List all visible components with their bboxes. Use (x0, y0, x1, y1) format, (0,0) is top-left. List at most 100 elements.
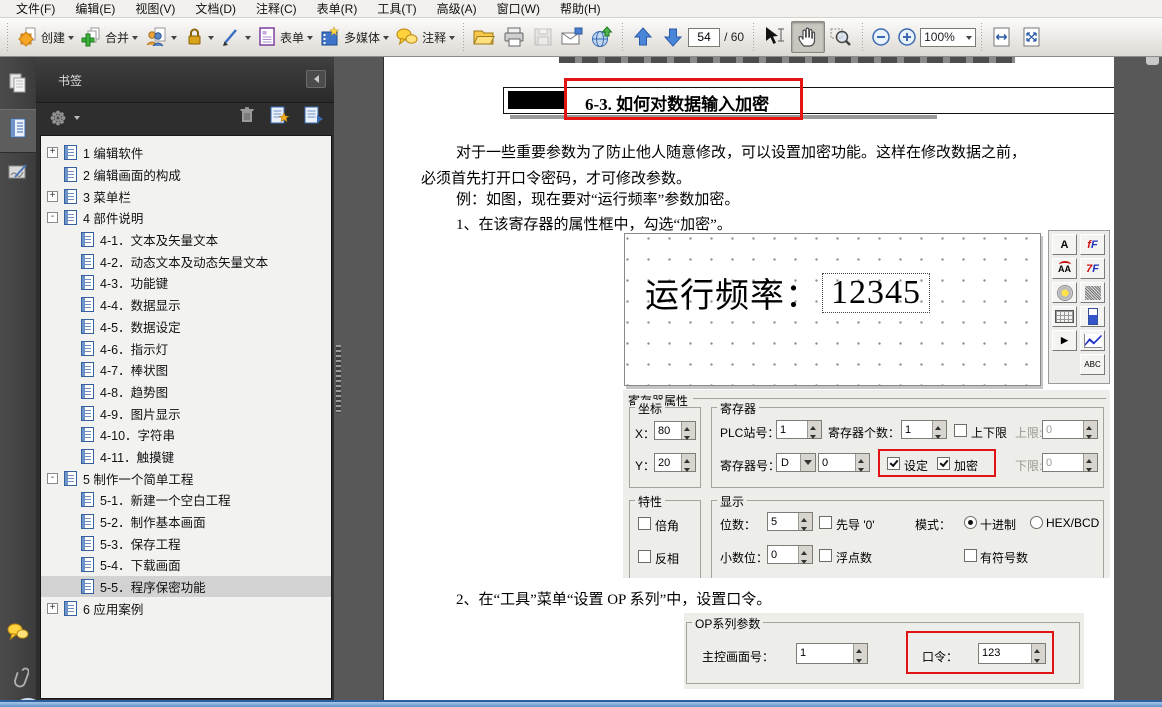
menu-item[interactable]: 编辑(E) (65, 0, 125, 18)
tree-expander[interactable]: + (47, 603, 58, 614)
bookmark-item[interactable]: 4-9．图片显示 (41, 402, 331, 424)
digits-label: 位数： (720, 516, 756, 533)
expand-bookmark-button[interactable] (302, 105, 324, 130)
bookmark-item[interactable]: 5-5．程序保密功能 (41, 576, 331, 598)
bookmark-options-button[interactable] (46, 106, 83, 130)
dynamic-function-tool-icon: 7F (1080, 258, 1105, 279)
zoom-out-button[interactable] (868, 22, 894, 52)
bookmark-item[interactable]: 4-7．棒状图 (41, 359, 331, 381)
upload-button[interactable] (587, 22, 617, 52)
comments-panel-button[interactable] (0, 613, 36, 655)
bookmark-item[interactable]: 5-2．制作基本画面 (41, 511, 331, 533)
fit-page-button[interactable] (1017, 22, 1047, 52)
menu-item[interactable]: 表单(R) (307, 0, 368, 18)
bookmark-item[interactable]: 5-4．下载画面 (41, 554, 331, 576)
bookmark-item[interactable]: -4 部件说明 (41, 207, 331, 229)
bookmark-item[interactable]: +1 编辑软件 (41, 142, 331, 164)
magnifier-marquee-icon (828, 25, 854, 49)
combine-icon (80, 26, 102, 48)
collapse-panel-button[interactable] (306, 70, 326, 88)
menu-item[interactable]: 工具(T) (367, 0, 426, 18)
print-button[interactable] (499, 22, 529, 52)
delete-bookmark-button[interactable] (238, 105, 256, 130)
bookmark-item[interactable]: 4-4．数据显示 (41, 294, 331, 316)
bookmark-item[interactable]: 4-8．趋势图 (41, 381, 331, 403)
bookmark-item[interactable]: -5 制作一个简单工程 (41, 467, 331, 489)
bookmark-label: 4-5．数据设定 (100, 317, 181, 336)
security-button[interactable] (180, 22, 217, 52)
bookmark-item[interactable]: 4-2．动态文本及动态矢量文本 (41, 250, 331, 272)
paragraph: 对于一些重要参数为了防止他人随意修改，可以设置加密功能。这样在修改数据之前， (456, 141, 1026, 162)
encrypt-checkbox (937, 457, 950, 470)
bookmark-item[interactable]: 4-1．文本及矢量文本 (41, 229, 331, 251)
bookmark-page-icon (64, 471, 77, 486)
zoom-marquee-button[interactable] (825, 22, 857, 52)
bookmark-page-icon (81, 275, 94, 290)
menu-item[interactable]: 视图(V) (125, 0, 185, 18)
fit-width-button[interactable] (987, 22, 1017, 52)
group-label: 坐标 (635, 400, 665, 417)
bookmark-label: 2 编辑画面的构成 (83, 165, 181, 184)
page-number-input[interactable] (688, 28, 720, 47)
bookmark-item[interactable]: 4-10．字符串 (41, 424, 331, 446)
zoom-in-button[interactable] (894, 22, 920, 52)
bookmark-item[interactable]: 4-3．功能键 (41, 272, 331, 294)
select-tool-button[interactable] (759, 22, 791, 52)
menu-item[interactable]: 帮助(H) (550, 0, 611, 18)
limit-checkbox (954, 424, 967, 437)
zoom-level-select[interactable]: 100% (920, 28, 976, 47)
y-spinner: 20 (654, 453, 696, 472)
bookmark-item[interactable]: 4-5．数据设定 (41, 316, 331, 338)
menu-item[interactable]: 文档(D) (185, 0, 246, 18)
next-page-button[interactable] (658, 22, 688, 52)
menu-item[interactable]: 窗口(W) (487, 0, 550, 18)
collaborate-button[interactable] (141, 22, 180, 52)
dynamic-text-tool-icon: AA (1052, 258, 1077, 279)
arrow-up-icon (631, 25, 655, 49)
menu-item[interactable]: 注释(C) (246, 0, 307, 18)
bookmark-label: 6 应用案例 (83, 599, 143, 618)
tree-expander[interactable]: - (47, 212, 58, 223)
scrollbar-thumb[interactable] (1146, 57, 1159, 65)
document-viewport[interactable]: 6-3. 如何对数据输入加密 对于一些重要参数为了防止他人随意修改，可以设置加密… (334, 57, 1162, 700)
tree-expander[interactable]: + (47, 191, 58, 202)
comments-label: 注释 (422, 29, 446, 46)
bookmarks-panel-button[interactable] (0, 109, 36, 153)
open-button[interactable] (469, 22, 499, 52)
signatures-panel-button[interactable] (0, 153, 36, 195)
create-button[interactable]: 创建 (13, 22, 77, 52)
previous-page-button[interactable] (628, 22, 658, 52)
hex-mode-label: HEX/BCD (1046, 516, 1099, 530)
bookmark-item[interactable]: 5-3．保存工程 (41, 532, 331, 554)
menu-item[interactable]: 高级(A) (427, 0, 487, 18)
group-label: OP系列参数 (692, 615, 763, 632)
attachments-panel-button[interactable] (0, 659, 36, 701)
regno-label: 寄存器号： (720, 457, 780, 474)
email-button[interactable] (557, 22, 587, 52)
set-label: 设定 (904, 457, 928, 474)
bookmark-label: 5-4．下载画面 (100, 555, 181, 574)
combine-button[interactable]: 合并 (77, 22, 141, 52)
bookmark-item[interactable]: 4-11．触摸键 (41, 446, 331, 468)
coord-group: 坐标 X： 80 Y： 20 (629, 407, 701, 488)
pages-panel-button[interactable] (0, 65, 36, 107)
comment-button[interactable]: 注释 (392, 22, 458, 52)
bookmark-page-icon (81, 406, 94, 421)
new-bookmark-button[interactable] (268, 105, 290, 130)
multimedia-button[interactable]: 多媒体 (316, 22, 392, 52)
bookmark-item[interactable]: +3 菜单栏 (41, 185, 331, 207)
sign-button[interactable] (217, 22, 254, 52)
save-button[interactable] (529, 22, 557, 52)
bookmark-item[interactable]: +6 应用案例 (41, 597, 331, 619)
menu-item[interactable]: 文件(F) (6, 0, 65, 18)
select-cursor-icon (762, 25, 788, 49)
forms-button[interactable]: 表单 (254, 22, 316, 52)
bookmark-item[interactable]: 4-6．指示灯 (41, 337, 331, 359)
forms-icon (257, 26, 277, 48)
panel-splitter-grip[interactable] (336, 345, 344, 413)
tree-expander[interactable]: + (47, 147, 58, 158)
tree-expander[interactable]: - (47, 473, 58, 484)
hand-tool-button[interactable] (791, 21, 825, 53)
bookmark-item[interactable]: 5-1．新建一个空白工程 (41, 489, 331, 511)
bookmark-item[interactable]: 2 编辑画面的构成 (41, 164, 331, 186)
